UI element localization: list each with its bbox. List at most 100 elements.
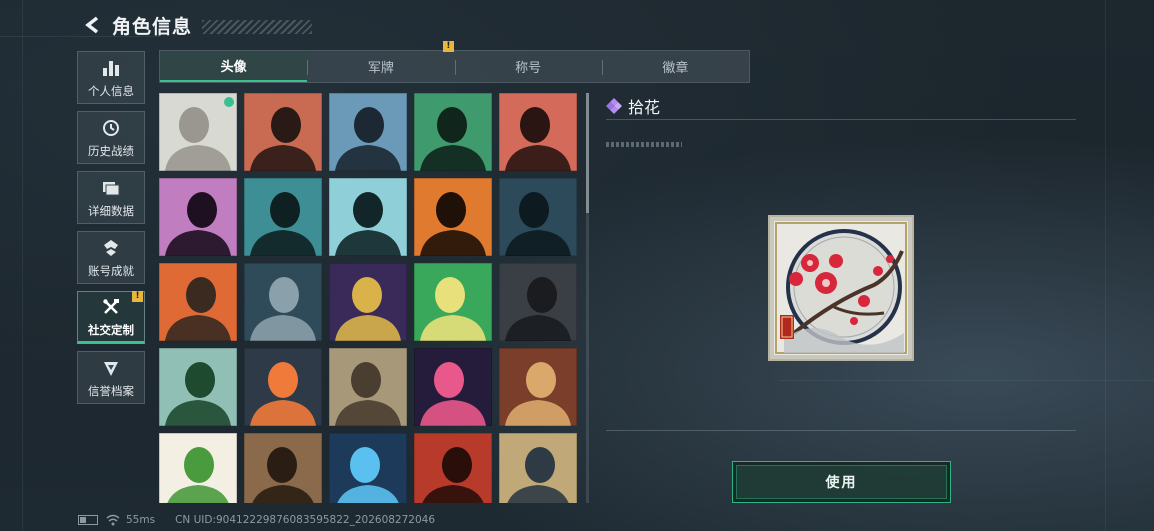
avatar-image <box>244 93 322 171</box>
tab-badge[interactable]: 徽章 <box>601 51 749 82</box>
avatar-image <box>159 178 237 256</box>
avatar-image <box>414 263 492 341</box>
avatar-image <box>329 348 407 426</box>
avatar-image <box>329 178 407 256</box>
avatar-tile-pink-hair[interactable] <box>159 178 237 256</box>
avatar-image <box>499 178 577 256</box>
alert-badge: ! <box>442 41 454 52</box>
avatar-tile-green-crocodile[interactable] <box>159 433 237 503</box>
tab-label: 头像 <box>220 60 247 75</box>
divider <box>606 430 1076 431</box>
avatar-tile-bearded-glasses[interactable] <box>244 178 322 256</box>
avatar-tile-way-out-sign[interactable] <box>159 348 237 426</box>
page-title: 角色信息 <box>112 15 193 38</box>
sidebar-item-achievements[interactable]: 账号成就 <box>77 231 145 284</box>
sidebar: 个人信息 历史战绩 详细数据 账号成就 ! 社交定制 信誉档案 <box>77 51 145 411</box>
status-bar: 55ms CN UID:9041222987608359582​2_202608… <box>78 513 435 527</box>
avatar-image <box>244 263 322 341</box>
avatar-image <box>159 93 237 171</box>
tab-label: 称号 <box>515 61 542 76</box>
tab-avatar[interactable]: 头像 <box>160 51 308 82</box>
sidebar-item-social-custom[interactable]: ! 社交定制 <box>77 291 145 344</box>
header: 角色信息 <box>80 10 313 40</box>
sidebar-item-personal-info[interactable]: 个人信息 <box>77 51 145 104</box>
avatar-tile-red-hair-woman[interactable] <box>414 433 492 503</box>
sidebar-item-label: 个人信息 <box>88 83 134 98</box>
avatar-tile-helmet-soldier[interactable] <box>499 93 577 171</box>
avatar-image <box>499 93 577 171</box>
avatar-tile-sniper-rifle[interactable] <box>244 263 322 341</box>
avatar-tile-card-hand[interactable] <box>329 263 407 341</box>
title-decoration <box>202 20 313 34</box>
tools-icon <box>100 296 122 318</box>
diamond-cluster-icon <box>606 98 622 114</box>
detail-header: 拾花 <box>606 94 660 118</box>
use-button[interactable]: 使用 <box>732 461 951 503</box>
decor-grid-line <box>1105 0 1106 531</box>
battery-icon <box>78 515 98 525</box>
folder-icon <box>100 177 122 199</box>
tab-label-wrap: 军牌 ! <box>367 41 454 76</box>
avatar-tile-pilot-woman[interactable] <box>329 93 407 171</box>
avatar-image <box>329 263 407 341</box>
avatar-tile-masked-orange[interactable] <box>414 178 492 256</box>
sidebar-item-credit-record[interactable]: 信誉档案 <box>77 351 145 404</box>
avatar-image <box>499 348 577 426</box>
avatar-image <box>159 263 237 341</box>
avatar-image <box>499 263 577 341</box>
bar-chart-icon <box>100 57 122 79</box>
avatar-image <box>244 178 322 256</box>
avatar-image <box>159 348 237 426</box>
chevron-left-icon <box>85 16 99 34</box>
ping-readout: 55ms <box>126 514 156 526</box>
avatar-tile-mountain-sunrise[interactable] <box>499 433 577 503</box>
avatar-tile-cats[interactable] <box>159 93 237 171</box>
sidebar-item-label: 历史战绩 <box>88 143 134 158</box>
tab-dog-tag[interactable]: 军牌 ! <box>307 41 454 82</box>
avatar-image <box>414 178 492 256</box>
sidebar-item-detailed-data[interactable]: 详细数据 <box>77 171 145 224</box>
avatar-image <box>329 93 407 171</box>
history-clock-icon <box>100 117 122 139</box>
decor-grid-line <box>780 380 1154 381</box>
tab-label: 军牌 <box>367 61 394 76</box>
avatar-tile-masked-operator[interactable] <box>329 178 407 256</box>
avatar-image <box>244 348 322 426</box>
sidebar-item-history[interactable]: 历史战绩 <box>77 111 145 164</box>
avatar-tile-dark-hair-woman[interactable] <box>499 263 577 341</box>
detail-subtitle-placeholder <box>606 142 682 147</box>
uid-readout: CN UID:9041222987608359582​2_20260827204… <box>175 514 436 526</box>
avatar-tile-night-soldier[interactable] <box>499 178 577 256</box>
avatar-tile-gunner[interactable] <box>244 433 322 503</box>
back-button[interactable] <box>80 12 106 38</box>
tab-label: 徽章 <box>662 61 689 76</box>
tab-title[interactable]: 称号 <box>454 51 602 82</box>
sidebar-item-label: 社交定制 <box>88 322 134 337</box>
avatar-image <box>499 433 577 503</box>
avatar-preview <box>768 215 914 361</box>
avatar-tile-headset-man[interactable] <box>414 93 492 171</box>
avatar-image <box>329 433 407 503</box>
avatar-image <box>414 93 492 171</box>
divider <box>606 119 1076 120</box>
detail-title: 拾花 <box>628 98 661 117</box>
avatar-tile-cartoon-soldier[interactable] <box>159 263 237 341</box>
avatar-tile-scales-emblem[interactable] <box>499 348 577 426</box>
selected-indicator <box>224 97 234 107</box>
scrollbar-thumb[interactable] <box>586 93 589 213</box>
avatar-grid <box>159 93 587 503</box>
avatar-grid-scrollbar[interactable] <box>586 93 589 503</box>
plum-blossom-preview-image <box>774 221 908 355</box>
shield-diamond-icon <box>100 357 122 379</box>
category-tabs: 头像 军牌 ! 称号 徽章 <box>159 41 750 83</box>
avatar-tile-feather[interactable] <box>244 348 322 426</box>
sidebar-item-label: 账号成就 <box>88 263 134 278</box>
alert-badge: ! <box>132 291 143 302</box>
avatar-tile-wasteland-truck[interactable] <box>329 348 407 426</box>
avatar-image <box>414 433 492 503</box>
avatar-tile-blue-tech[interactable] <box>329 433 407 503</box>
avatar-tile-fireworks[interactable] <box>414 348 492 426</box>
avatar-tile-exit-door[interactable] <box>414 263 492 341</box>
avatar-tile-cap-soldier[interactable] <box>244 93 322 171</box>
sidebar-item-label: 详细数据 <box>88 203 134 218</box>
